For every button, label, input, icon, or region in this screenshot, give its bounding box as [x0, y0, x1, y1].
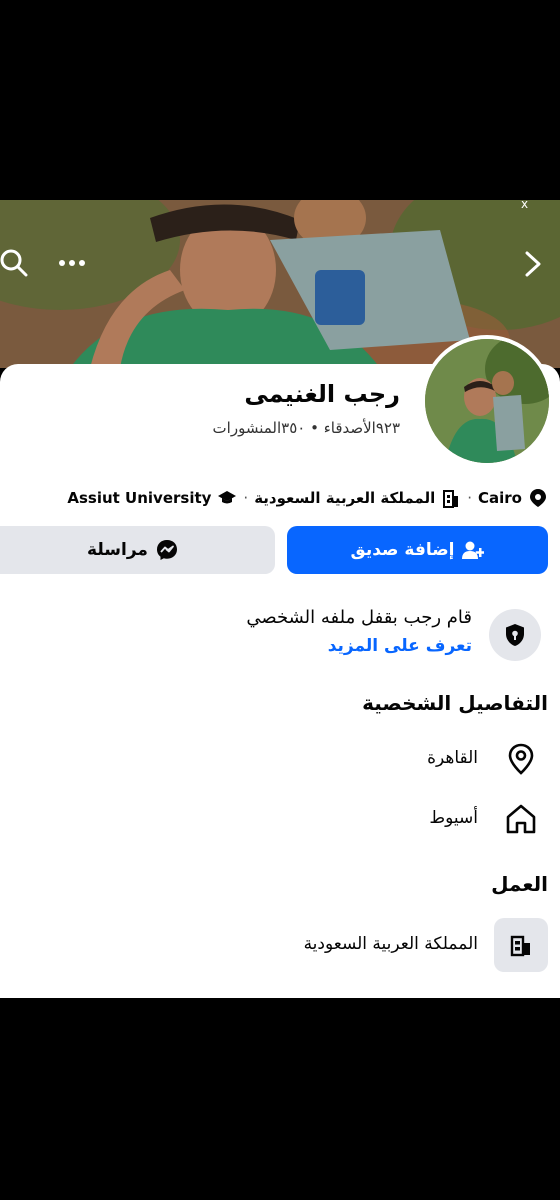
message-label: مراسلة	[87, 540, 148, 560]
graduation-cap-icon	[217, 488, 237, 508]
close-icon[interactable]: x	[521, 197, 528, 211]
separator-dot: ·	[243, 489, 249, 507]
intro-workplace: المملكة العربية السعودية	[254, 489, 436, 507]
current-city: القاهرة	[427, 748, 478, 768]
shield-lock-icon	[506, 624, 524, 646]
separator-dot: ·	[467, 489, 473, 507]
location-icon	[528, 488, 548, 508]
navigation-bar-area	[0, 998, 560, 1200]
lock-badge	[489, 609, 541, 661]
chevron-right-icon[interactable]	[522, 250, 544, 278]
work-employer: المملكة العربية السعودية	[303, 934, 478, 954]
details-section-title: التفاصيل الشخصية	[362, 691, 548, 715]
work-icon-box	[494, 918, 548, 972]
building-icon	[441, 488, 461, 508]
work-section-title: العمل	[491, 872, 548, 896]
more-icon[interactable]	[58, 257, 86, 269]
add-friend-button[interactable]: إضافة صديق	[287, 526, 548, 574]
intro-row: Cairo · المملكة العربية السعودية · Assiu…	[67, 484, 548, 512]
search-icon[interactable]	[0, 247, 30, 277]
avatar[interactable]	[421, 335, 553, 467]
messenger-icon	[156, 540, 177, 560]
building-icon	[510, 935, 530, 957]
add-friend-icon	[462, 541, 485, 559]
add-friend-label: إضافة صديق	[350, 540, 455, 560]
message-button[interactable]: مراسلة	[0, 526, 275, 574]
location-icon	[508, 743, 534, 775]
hometown: أسيوط	[429, 808, 478, 828]
profile-stats[interactable]: ٩٢٣الأصدقاء • ٣٥٠المنشورات	[213, 419, 400, 437]
locked-profile-text: قام رجب بقفل ملفه الشخصي	[246, 607, 472, 628]
intro-city: Cairo	[478, 489, 522, 507]
home-icon	[506, 804, 536, 834]
learn-more-link[interactable]: تعرف على المزيد	[328, 636, 472, 656]
profile-name: رجب الغنيمى	[244, 380, 400, 408]
intro-school: Assiut University	[67, 489, 212, 507]
status-bar-area	[0, 0, 560, 200]
